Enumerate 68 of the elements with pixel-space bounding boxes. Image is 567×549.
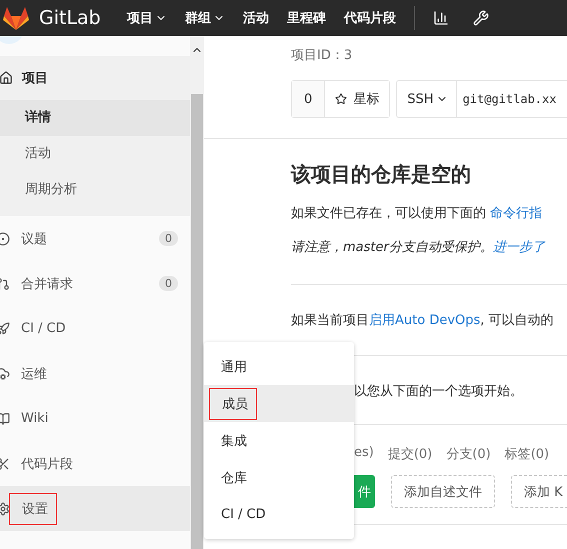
sidebar-label: 代码片段 <box>21 456 73 472</box>
home-icon <box>0 71 13 85</box>
empty-repo-heading: 该项目的仓库是空的 <box>291 161 472 188</box>
project-id: 项目ID：3 <box>291 47 354 64</box>
menu-label: 通用 <box>221 358 247 376</box>
brand-name[interactable]: GitLab <box>39 7 101 29</box>
instructions-text: 如果文件已存在，可以使用下面的 命令行指 <box>291 205 544 222</box>
star-icon <box>335 93 348 105</box>
sidebar-item[interactable]: 运维 <box>0 351 190 396</box>
sidebar-item[interactable]: CI / CD <box>0 306 190 351</box>
nav-link[interactable]: 群组 <box>184 9 225 27</box>
devops-text: 如果当前项目 启用Auto DevOps, 可以自动的 <box>291 312 555 329</box>
add-file-button[interactable]: 添加 K <box>511 475 567 508</box>
sidebar-item[interactable]: 设置 <box>0 486 190 531</box>
repo-tab[interactable]: 提交(0) <box>388 445 432 463</box>
repo-tab[interactable]: es) <box>354 445 374 463</box>
scrollbar-thumb[interactable] <box>191 94 203 549</box>
menu-label: 集成 <box>221 432 247 450</box>
menu-item[interactable]: 集成 <box>204 422 354 459</box>
chart-icon[interactable] <box>432 10 449 26</box>
merge-request-icon <box>0 276 10 290</box>
clone-url-field[interactable]: git@gitlab.xx <box>456 80 567 118</box>
sidebar-label: CI / CD <box>21 321 66 336</box>
scrollbar[interactable] <box>190 36 204 549</box>
sidebar-item[interactable]: 代码片段 <box>0 441 190 486</box>
menu-item[interactable]: CI / CD <box>204 496 354 533</box>
protocol-dropdown[interactable]: SSH <box>396 80 456 118</box>
nav-link[interactable]: 项目 <box>126 9 167 27</box>
start-hint: 以您从下面的一个选项开始。 <box>353 383 524 400</box>
repo-tab[interactable]: 标签(0) <box>504 445 550 463</box>
devops-link[interactable]: 启用Auto DevOps <box>369 313 480 328</box>
nav-link[interactable]: 活动 <box>242 9 269 27</box>
cloud-gear-icon <box>0 366 10 380</box>
menu-label: 成员 <box>209 388 257 420</box>
menu-label: CI / CD <box>221 507 266 522</box>
scissors-icon <box>0 456 10 470</box>
book-icon <box>0 412 10 426</box>
count-badge: 0 <box>159 231 178 246</box>
learn-more-link[interactable]: 进一步了 <box>492 240 545 255</box>
sidebar-label: 运维 <box>21 366 47 382</box>
sidebar-label: 议题 <box>21 230 47 248</box>
nav-link[interactable]: 里程碑 <box>286 9 326 27</box>
menu-item[interactable]: 成员 <box>204 385 354 422</box>
sidebar-label: 设置 <box>9 492 57 524</box>
nav-link[interactable]: 代码片段 <box>344 9 396 27</box>
sidebar-item[interactable]: 项目 <box>0 56 190 100</box>
repo-tab[interactable]: 分支(0) <box>446 445 491 463</box>
protection-note: 请注意，master分支自动受保护。进一步了 <box>291 239 546 256</box>
menu-item[interactable]: 通用 <box>204 348 354 385</box>
sidebar-subitem[interactable]: 详情 <box>0 100 190 136</box>
add-file-button[interactable]: 添加自述文件 <box>391 475 495 508</box>
issues-icon <box>0 232 10 246</box>
fox-logo-icon <box>2 5 30 31</box>
sidebar-subitem[interactable]: 周期分析 <box>0 172 190 208</box>
settings-icon <box>0 502 10 516</box>
count-badge: 0 <box>159 276 178 291</box>
sidebar-subitem[interactable]: 活动 <box>0 136 190 172</box>
star-count: 0 <box>292 81 326 117</box>
sidebar-item[interactable]: Wiki <box>0 396 190 441</box>
menu-item[interactable]: 仓库 <box>204 459 354 496</box>
command-line-link[interactable]: 命令行指 <box>490 206 542 221</box>
sidebar-label: 合并请求 <box>21 276 73 292</box>
menu-label: 仓库 <box>221 470 247 486</box>
sidebar-item[interactable]: 议题 0 <box>0 216 190 261</box>
rocket-icon <box>0 322 10 336</box>
wrench-icon[interactable] <box>472 10 489 26</box>
sidebar-label: Wiki <box>21 411 48 426</box>
sidebar-item[interactable]: 合并请求 0 <box>0 261 190 306</box>
